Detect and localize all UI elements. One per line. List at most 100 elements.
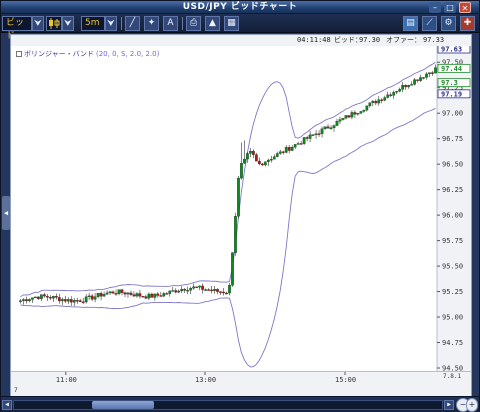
trendline-tool-icon[interactable]: ╱ [125,16,140,31]
candle [78,300,82,302]
timeframe-dropdown[interactable]: 5m ⮟ [81,16,117,31]
candle [410,84,413,86]
candle [266,159,270,162]
alert-icon[interactable]: ✚ [460,16,475,31]
candle [213,289,216,291]
side-panel-toggle-icon[interactable]: ◀ [2,196,10,230]
candle [302,137,306,144]
text-tool-icon[interactable]: A [163,16,178,31]
rate-type-value: ビッド [2,16,32,41]
candle [347,115,351,118]
candle [404,85,408,88]
bollinger-upper-band [20,61,436,298]
price-plot[interactable]: 97.50 97.25 97.00 96.75 96.50 96.25 96.00 95.75… [11,46,471,371]
scroll-thumb[interactable] [92,401,154,409]
indicator-params: (20, 0, S, 2.0, 2.0) [96,50,160,58]
candle [69,299,73,303]
rate-type-dropdown[interactable]: ビッド ⮟ [2,16,44,41]
candle [111,291,115,294]
candle [22,299,25,301]
maximize-button[interactable]: □ [444,2,456,13]
candle [237,177,240,217]
candlestick-chart[interactable]: 97.5097.2597.0096.7596.5096.2596.0095.75… [11,46,471,371]
price-marker-label: 97.44 [441,65,462,73]
scroll-bar-area: ◀ ▶ − + [1,396,479,412]
candle [260,163,264,166]
candle [350,112,354,118]
candle [141,296,145,298]
title-bar[interactable]: USD/JPY ビッドチャート – □ ✕ [1,1,479,14]
candle [431,72,434,74]
candle [90,295,94,300]
candle [183,288,187,291]
zoom-in-icon[interactable]: + [466,398,478,412]
candle [246,153,249,160]
chart-area: 04:11:48 ビッド： 97.30 オファー： 97.33 97.50 97.… [10,34,472,396]
candle [34,296,37,299]
price-tick-label: 95.75 [442,237,463,245]
price-info-bar: 04:11:48 ビッド： 97.30 オファー： 97.33 [11,35,471,46]
candle [135,293,139,297]
candle [377,99,381,104]
chart-type-dropdown[interactable]: ⮟ [46,16,74,31]
candle [174,290,178,293]
candle [299,143,303,145]
layout-icon[interactable]: ▤ [403,16,418,31]
candle [207,289,210,291]
offer-value: 97.33 [423,36,445,44]
candle [144,296,148,299]
candle [225,292,228,295]
candle [323,126,327,129]
cursor-tool-icon[interactable]: ✦ [144,16,159,31]
bid-value: 97.30 [359,36,381,44]
candle [401,85,405,90]
candle [314,133,318,135]
toolbar: ビッド ⮟ ⮟ 5m ⮟ ╱ ✦ A ⎙ ▲ ▦ ▤ ⟋ ⚙ ✚ [1,14,479,41]
image-export-icon[interactable]: ▲ [205,16,220,31]
grid-table-icon[interactable]: ▦ [224,16,239,31]
candle [332,125,336,129]
chevron-down-icon[interactable]: ⮟ [105,16,117,31]
print-icon[interactable]: ⎙ [186,16,201,31]
candle [290,146,294,151]
candle [240,163,243,179]
price-tick-label: 95.25 [442,288,463,296]
candle [114,293,118,295]
candle [275,153,279,157]
price-marker-label: 97.3 [441,79,458,87]
line-chart-icon[interactable]: ⟋ [422,16,437,31]
offer-label: オファー： [386,36,421,44]
candle [356,113,360,115]
candle [123,292,127,295]
scroll-right-icon[interactable]: ▶ [444,400,454,410]
chevron-down-icon[interactable]: ⮟ [32,16,44,31]
candle [49,297,52,299]
close-button[interactable]: ✕ [459,2,471,13]
candle [293,144,297,148]
chart-window: USD/JPY ビッドチャート – □ ✕ ビッド ⮟ ⮟ 5m ⮟ ╱ ✦ A… [0,0,480,412]
candle [31,297,34,300]
bollinger-lower-band [20,107,436,368]
candle [189,288,193,291]
candle [25,299,28,302]
candle [422,77,425,79]
candle [126,292,130,295]
candle [278,151,282,154]
chevron-down-icon[interactable]: ⮟ [62,16,74,31]
candle [320,128,324,134]
candle [165,293,169,295]
candle [168,290,172,294]
candle [344,115,348,119]
candle [296,143,300,145]
scroll-left-icon[interactable]: ◀ [2,400,12,410]
candle [102,294,106,297]
settings-gear-icon[interactable]: ⚙ [441,16,456,31]
candle [249,150,252,154]
minimize-button[interactable]: – [429,2,441,13]
horizontal-scrollbar[interactable] [13,400,443,410]
candle [425,73,428,78]
candle [117,289,121,294]
indicator-checkbox[interactable] [16,51,22,57]
scale-label: 7.8.1 [443,373,461,380]
candle [338,119,342,122]
